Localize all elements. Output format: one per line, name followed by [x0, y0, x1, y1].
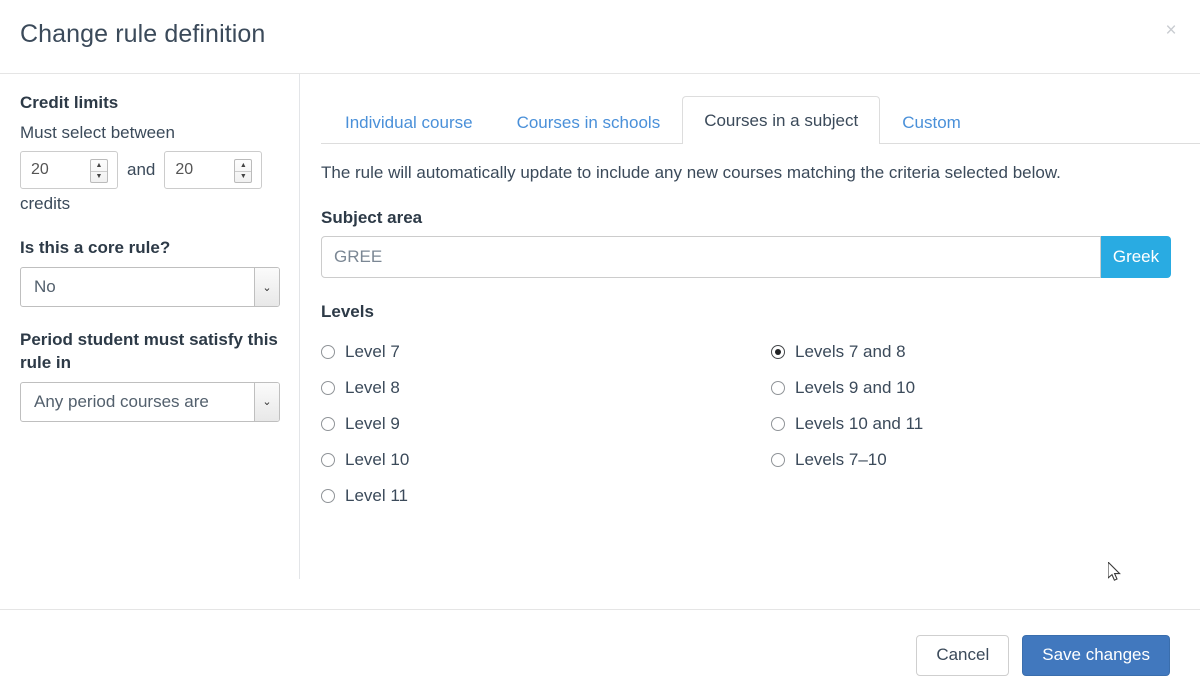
levels-heading: Levels [321, 302, 1200, 322]
radio-icon [321, 453, 335, 467]
radio-icon [321, 417, 335, 431]
chevron-down-icon[interactable]: ⌄ [254, 383, 279, 421]
radio-label: Levels 10 and 11 [795, 414, 923, 434]
dialog-header: Change rule definition × [0, 0, 1200, 74]
max-credits-stepper[interactable]: ▲ ▼ [164, 151, 262, 189]
tab-custom[interactable]: Custom [880, 100, 983, 144]
tab-individual-course[interactable]: Individual course [323, 100, 495, 144]
radio-levels-9-and-10[interactable]: Levels 9 and 10 [771, 370, 1200, 406]
change-rule-definition-dialog: Change rule definition × Credit limits M… [0, 0, 1200, 700]
max-credits-increment-icon[interactable]: ▲ [235, 160, 251, 172]
save-changes-button[interactable]: Save changes [1022, 635, 1170, 676]
radio-label: Level 8 [345, 378, 400, 398]
radio-label: Level 9 [345, 414, 400, 434]
subject-area-heading: Subject area [321, 208, 1200, 228]
subject-area-row: Greek [321, 236, 1171, 278]
radio-icon [321, 489, 335, 503]
credit-limits-heading: Credit limits [20, 92, 279, 115]
levels-radio-group: Level 7 Level 8 Level 9 Level 10 [321, 334, 1200, 514]
radio-label: Levels 7–10 [795, 450, 887, 470]
min-credits-input[interactable] [21, 161, 79, 179]
radio-levels-7-to-10[interactable]: Levels 7–10 [771, 442, 1200, 478]
radio-label: Level 7 [345, 342, 400, 362]
chevron-down-icon[interactable]: ⌄ [254, 268, 279, 306]
cancel-button[interactable]: Cancel [916, 635, 1009, 676]
levels-column-single: Level 7 Level 8 Level 9 Level 10 [321, 334, 771, 514]
radio-levels-10-and-11[interactable]: Levels 10 and 11 [771, 406, 1200, 442]
core-rule-selected-value: No [21, 277, 56, 297]
tab-courses-in-schools[interactable]: Courses in schools [495, 100, 683, 144]
max-credits-input[interactable] [165, 161, 223, 179]
period-rule-selected-value: Any period courses are [21, 392, 209, 412]
radio-levels-7-and-8[interactable]: Levels 7 and 8 [771, 334, 1200, 370]
radio-label: Levels 9 and 10 [795, 378, 915, 398]
rule-settings-panel: Credit limits Must select between ▲ ▼ an… [0, 74, 300, 579]
and-label: and [127, 160, 155, 180]
radio-label: Levels 7 and 8 [795, 342, 906, 362]
min-credits-spin-buttons[interactable]: ▲ ▼ [90, 159, 108, 183]
radio-icon [771, 381, 785, 395]
period-rule-heading: Period student must satisfy this rule in [20, 329, 279, 375]
max-credits-decrement-icon[interactable]: ▼ [235, 172, 251, 183]
min-credits-increment-icon[interactable]: ▲ [91, 160, 107, 172]
radio-label: Level 11 [345, 486, 408, 506]
subject-area-badge[interactable]: Greek [1101, 236, 1171, 278]
radio-level-9[interactable]: Level 9 [321, 406, 771, 442]
tab-courses-in-a-subject[interactable]: Courses in a subject [682, 96, 880, 144]
radio-icon [321, 345, 335, 359]
radio-level-11[interactable]: Level 11 [321, 478, 771, 514]
must-select-between-label: Must select between [20, 122, 279, 144]
core-rule-select[interactable]: No ⌄ [20, 267, 280, 307]
credits-unit-label: credits [20, 193, 279, 215]
radio-icon [771, 345, 785, 359]
radio-icon [771, 417, 785, 431]
page-title: Change rule definition [20, 20, 265, 49]
rule-definition-panel: Individual course Courses in schools Cou… [300, 74, 1200, 609]
period-rule-select[interactable]: Any period courses are ⌄ [20, 382, 280, 422]
subject-area-input[interactable] [321, 236, 1101, 278]
radio-level-7[interactable]: Level 7 [321, 334, 771, 370]
dialog-footer: Cancel Save changes [0, 609, 1200, 700]
radio-label: Level 10 [345, 450, 409, 470]
min-credits-stepper[interactable]: ▲ ▼ [20, 151, 118, 189]
rule-type-tabs: Individual course Courses in schools Cou… [321, 92, 1200, 144]
levels-column-combined: Levels 7 and 8 Levels 9 and 10 Levels 10… [771, 334, 1200, 514]
radio-icon [771, 453, 785, 467]
min-credits-decrement-icon[interactable]: ▼ [91, 172, 107, 183]
radio-level-8[interactable]: Level 8 [321, 370, 771, 406]
close-icon[interactable]: × [1160, 20, 1182, 42]
core-rule-heading: Is this a core rule? [20, 237, 279, 260]
dialog-body: Credit limits Must select between ▲ ▼ an… [0, 74, 1200, 609]
rule-description-text: The rule will automatically update to in… [321, 161, 1131, 186]
max-credits-spin-buttons[interactable]: ▲ ▼ [234, 159, 252, 183]
credit-limits-row: ▲ ▼ and ▲ ▼ [20, 151, 279, 189]
radio-level-10[interactable]: Level 10 [321, 442, 771, 478]
radio-icon [321, 381, 335, 395]
